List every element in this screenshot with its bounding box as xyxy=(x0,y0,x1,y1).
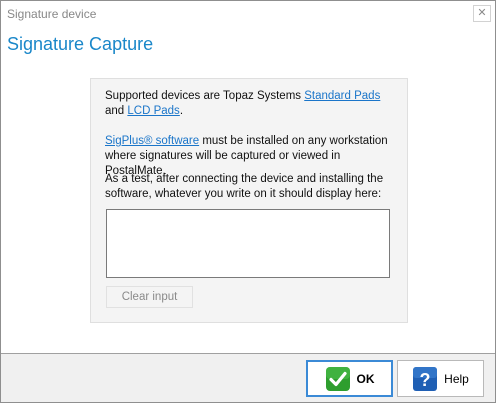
help-button[interactable]: ? Help xyxy=(397,360,484,397)
supported-devices-intro: Supported devices are Topaz Systems xyxy=(105,90,305,102)
close-button[interactable]: ✕ xyxy=(473,5,491,22)
standard-pads-link[interactable]: Standard Pads xyxy=(304,90,380,102)
ok-button[interactable]: OK xyxy=(306,360,393,397)
content-area: Supported devices are Topaz Systems Stan… xyxy=(1,62,495,353)
period-text: . xyxy=(179,105,184,117)
question-icon: ? xyxy=(413,366,438,391)
header-band: Signature Capture xyxy=(1,28,495,62)
window-title: Signature device xyxy=(7,7,97,21)
test-instructions-text: As a test, after connecting the device a… xyxy=(105,173,384,200)
checkmark-icon xyxy=(325,366,350,391)
help-label: Help xyxy=(444,371,469,386)
signature-display-box[interactable] xyxy=(106,209,390,278)
page-title: Signature Capture xyxy=(7,34,154,54)
lcd-pads-link[interactable]: LCD Pads xyxy=(127,105,179,117)
signature-device-dialog: Signature device ✕ Signature Capture Sup… xyxy=(0,0,496,403)
svg-text:?: ? xyxy=(420,370,431,390)
clear-input-button[interactable]: Clear input xyxy=(106,286,193,308)
and-text: and xyxy=(105,105,128,117)
info-panel: Supported devices are Topaz Systems Stan… xyxy=(90,78,408,323)
title-bar: Signature device ✕ xyxy=(1,1,495,28)
close-icon: ✕ xyxy=(477,7,487,19)
dialog-footer: OK ? Help xyxy=(1,354,495,402)
supported-devices-text: Supported devices are Topaz Systems Stan… xyxy=(105,89,401,119)
sigplus-software-link[interactable]: SigPlus® software xyxy=(105,135,199,147)
ok-label: OK xyxy=(356,371,375,386)
